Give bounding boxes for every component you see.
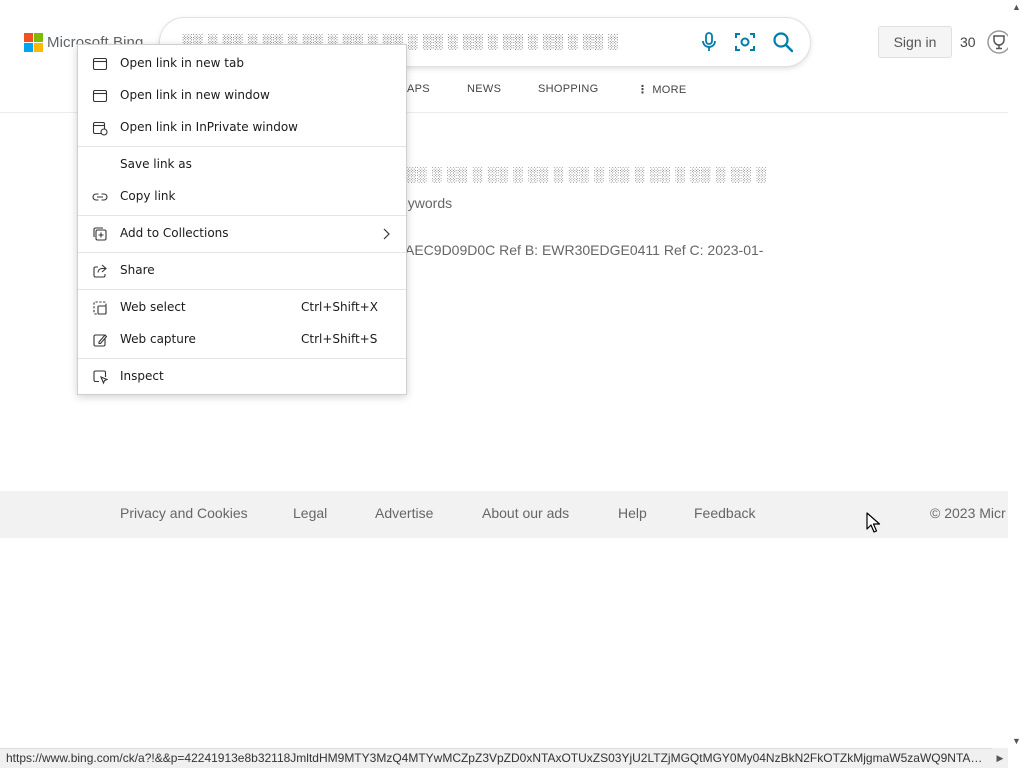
microphone-icon[interactable]	[697, 30, 721, 54]
tab-more[interactable]: ⋮ MORE	[637, 83, 687, 96]
web-select-icon	[92, 300, 108, 316]
tab-more-label: MORE	[652, 84, 687, 96]
footer-link-legal[interactable]: Legal	[293, 505, 327, 521]
status-url: https://www.bing.com/ck/a?!&&p=42241913e…	[6, 751, 984, 765]
footer-link-help[interactable]: Help	[618, 505, 647, 521]
web-capture-icon	[92, 332, 108, 348]
menu-label: Copy link	[120, 189, 176, 203]
chevron-right-icon	[378, 226, 394, 242]
menu-item-add-to-collections[interactable]: Add to Collections	[78, 218, 406, 250]
footer-link-privacy[interactable]: Privacy and Cookies	[120, 505, 248, 521]
menu-label: Share	[120, 263, 155, 277]
menu-label: Add to Collections	[120, 226, 229, 240]
menu-label: Open link in new tab	[120, 56, 244, 70]
scroll-up-icon[interactable]: ▲	[1012, 2, 1021, 12]
tab-news[interactable]: NEWS	[467, 83, 501, 95]
menu-item-web-select[interactable]: Web select Ctrl+Shift+X	[78, 292, 406, 324]
link-icon	[92, 189, 108, 205]
vertical-scrollbar[interactable]: ▲ ▼	[1008, 0, 1024, 750]
mouse-cursor-icon	[866, 512, 882, 534]
tab-shopping[interactable]: SHOPPING	[538, 83, 598, 95]
menu-item-web-capture[interactable]: Web capture Ctrl+Shift+S	[78, 324, 406, 356]
search-icon[interactable]	[771, 30, 795, 54]
scroll-down-icon[interactable]: ▼	[1012, 736, 1021, 746]
result-title: ░░ ░ ░░ ░ ░░ ░ ░░ ░ ░░ ░ ░░ ░ ░░ ░ ░░ ░ …	[406, 166, 767, 182]
menu-label: Web capture	[120, 332, 196, 346]
menu-item-open-new-window[interactable]: Open link in new window	[78, 80, 406, 112]
menu-shortcut: Ctrl+Shift+X	[301, 300, 378, 314]
menu-item-open-new-tab[interactable]: Open link in new tab	[78, 48, 406, 80]
scroll-right-icon[interactable]: ▶	[992, 748, 1008, 768]
share-icon	[92, 263, 108, 279]
new-window-icon	[92, 88, 108, 104]
footer-link-feedback[interactable]: Feedback	[694, 505, 755, 521]
menu-label: Inspect	[120, 369, 164, 383]
menu-item-open-inprivate[interactable]: Open link in InPrivate window	[78, 112, 406, 144]
result-subtitle: eywords	[400, 195, 453, 211]
menu-separator	[78, 215, 406, 216]
menu-shortcut: Ctrl+Shift+S	[301, 332, 378, 346]
trophy-icon[interactable]	[986, 29, 1011, 55]
context-menu: Open link in new tab Open link in new wi…	[77, 44, 407, 395]
inprivate-window-icon	[92, 120, 108, 136]
menu-separator	[78, 252, 406, 253]
status-bar: https://www.bing.com/ck/a?!&&p=42241913e…	[0, 748, 992, 768]
sign-in-button[interactable]: Sign in	[878, 26, 952, 58]
tab-maps[interactable]: APS	[407, 83, 430, 95]
menu-item-copy-link[interactable]: Copy link	[78, 181, 406, 213]
menu-item-inspect[interactable]: Inspect	[78, 361, 406, 393]
menu-label: Web select	[120, 300, 186, 314]
collections-icon	[92, 226, 108, 242]
inspect-icon	[92, 369, 109, 385]
footer-link-about-ads[interactable]: About our ads	[482, 505, 569, 521]
more-dots-icon: ⋮	[637, 84, 649, 96]
menu-item-save-link[interactable]: Save link as	[78, 149, 406, 181]
menu-label: Save link as	[120, 157, 192, 171]
reference-text: AEC9D09D0C Ref B: EWR30EDGE0411 Ref C: 2…	[405, 242, 764, 258]
microsoft-logo-icon	[24, 33, 43, 52]
menu-item-share[interactable]: Share	[78, 255, 406, 287]
menu-separator	[78, 146, 406, 147]
menu-separator	[78, 358, 406, 359]
menu-separator	[78, 289, 406, 290]
new-tab-icon	[92, 56, 108, 72]
menu-label: Open link in InPrivate window	[120, 120, 298, 134]
copyright-text: © 2023 Micr	[930, 505, 1006, 521]
menu-label: Open link in new window	[120, 88, 270, 102]
footer-link-advertise[interactable]: Advertise	[375, 505, 433, 521]
visual-search-icon[interactable]	[733, 30, 757, 54]
rewards-points[interactable]: 30	[960, 34, 976, 50]
footer: Privacy and Cookies Legal Advertise Abou…	[0, 491, 1008, 538]
